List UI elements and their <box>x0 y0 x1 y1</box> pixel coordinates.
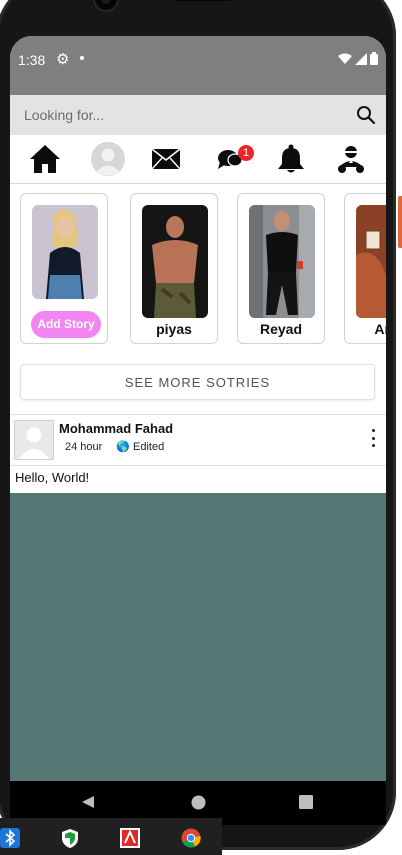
bell-icon <box>278 144 304 173</box>
story-thumbnail <box>356 205 386 318</box>
bluetooth-icon[interactable] <box>0 828 20 848</box>
battery-icon <box>370 52 378 65</box>
security-shield-icon[interactable] <box>60 828 80 848</box>
story-card[interactable]: Anu <box>344 193 386 344</box>
search-bar <box>10 95 386 135</box>
status-icons <box>338 52 378 65</box>
search-input[interactable] <box>10 95 340 135</box>
wifi-icon <box>338 53 352 64</box>
home-circle-icon[interactable] <box>191 795 206 810</box>
globe-icon: 🌎 <box>116 441 130 453</box>
post-author-avatar[interactable] <box>14 420 54 460</box>
see-more-stories-button[interactable]: SEE MORE SOTRIES <box>20 364 375 400</box>
status-time: 1:38 <box>18 52 46 68</box>
notification-dot-icon <box>80 56 84 60</box>
story-card[interactable]: piyas <box>130 193 218 344</box>
friends-icon <box>338 146 364 173</box>
add-story-button[interactable]: Add Story <box>31 311 101 338</box>
my-story-thumbnail <box>32 205 98 299</box>
home-nav-button[interactable] <box>27 141 63 177</box>
avatar-icon <box>91 142 125 176</box>
home-icon <box>30 145 60 173</box>
more-options-icon[interactable] <box>370 429 376 447</box>
profile-nav-button[interactable] <box>90 141 126 177</box>
notifications-nav-button[interactable] <box>273 141 309 177</box>
story-name: Reyad <box>259 321 303 337</box>
story-card[interactable]: Reyad <box>237 193 325 344</box>
desktop-taskbar <box>0 818 222 855</box>
search-icon[interactable] <box>356 105 376 125</box>
mail-icon <box>151 148 181 170</box>
front-camera <box>93 0 119 12</box>
post-text: Hello, World! <box>15 470 90 485</box>
side-button <box>398 196 402 248</box>
settings-gear-icon: ⚙ <box>56 51 70 68</box>
post-header: Mohammad Fahad 24 hour 🌎 Edited <box>10 414 386 466</box>
phone-screen: 1:38 ⚙ Looking for... 1 Add Story piyas … <box>10 36 386 817</box>
status-bar: 1:38 ⚙ <box>10 36 386 95</box>
stories-row: Add Story piyas Reyad A <box>10 184 386 354</box>
post-media[interactable] <box>10 493 386 781</box>
mail-nav-button[interactable] <box>148 141 184 177</box>
chrome-icon[interactable] <box>181 828 201 848</box>
post-time: 24 hour <box>65 441 103 453</box>
post-author-name[interactable]: Mohammad Fahad <box>59 421 173 436</box>
earpiece-speaker <box>172 0 234 1</box>
story-thumbnail <box>142 205 208 318</box>
top-nav: 1 <box>10 135 386 184</box>
default-user-icon <box>15 421 53 459</box>
messages-badge: 1 <box>238 145 254 161</box>
back-icon[interactable] <box>81 795 95 809</box>
story-thumbnail <box>249 205 315 318</box>
add-story-card[interactable]: Add Story <box>20 193 108 344</box>
recents-icon[interactable] <box>299 795 313 809</box>
friends-nav-button[interactable] <box>333 141 369 177</box>
signal-icon <box>355 52 367 65</box>
story-name: piyas <box>156 321 192 337</box>
story-name: Anu <box>374 321 386 337</box>
post-edited-label: Edited <box>133 441 165 453</box>
pdf-reader-icon[interactable] <box>120 828 140 848</box>
